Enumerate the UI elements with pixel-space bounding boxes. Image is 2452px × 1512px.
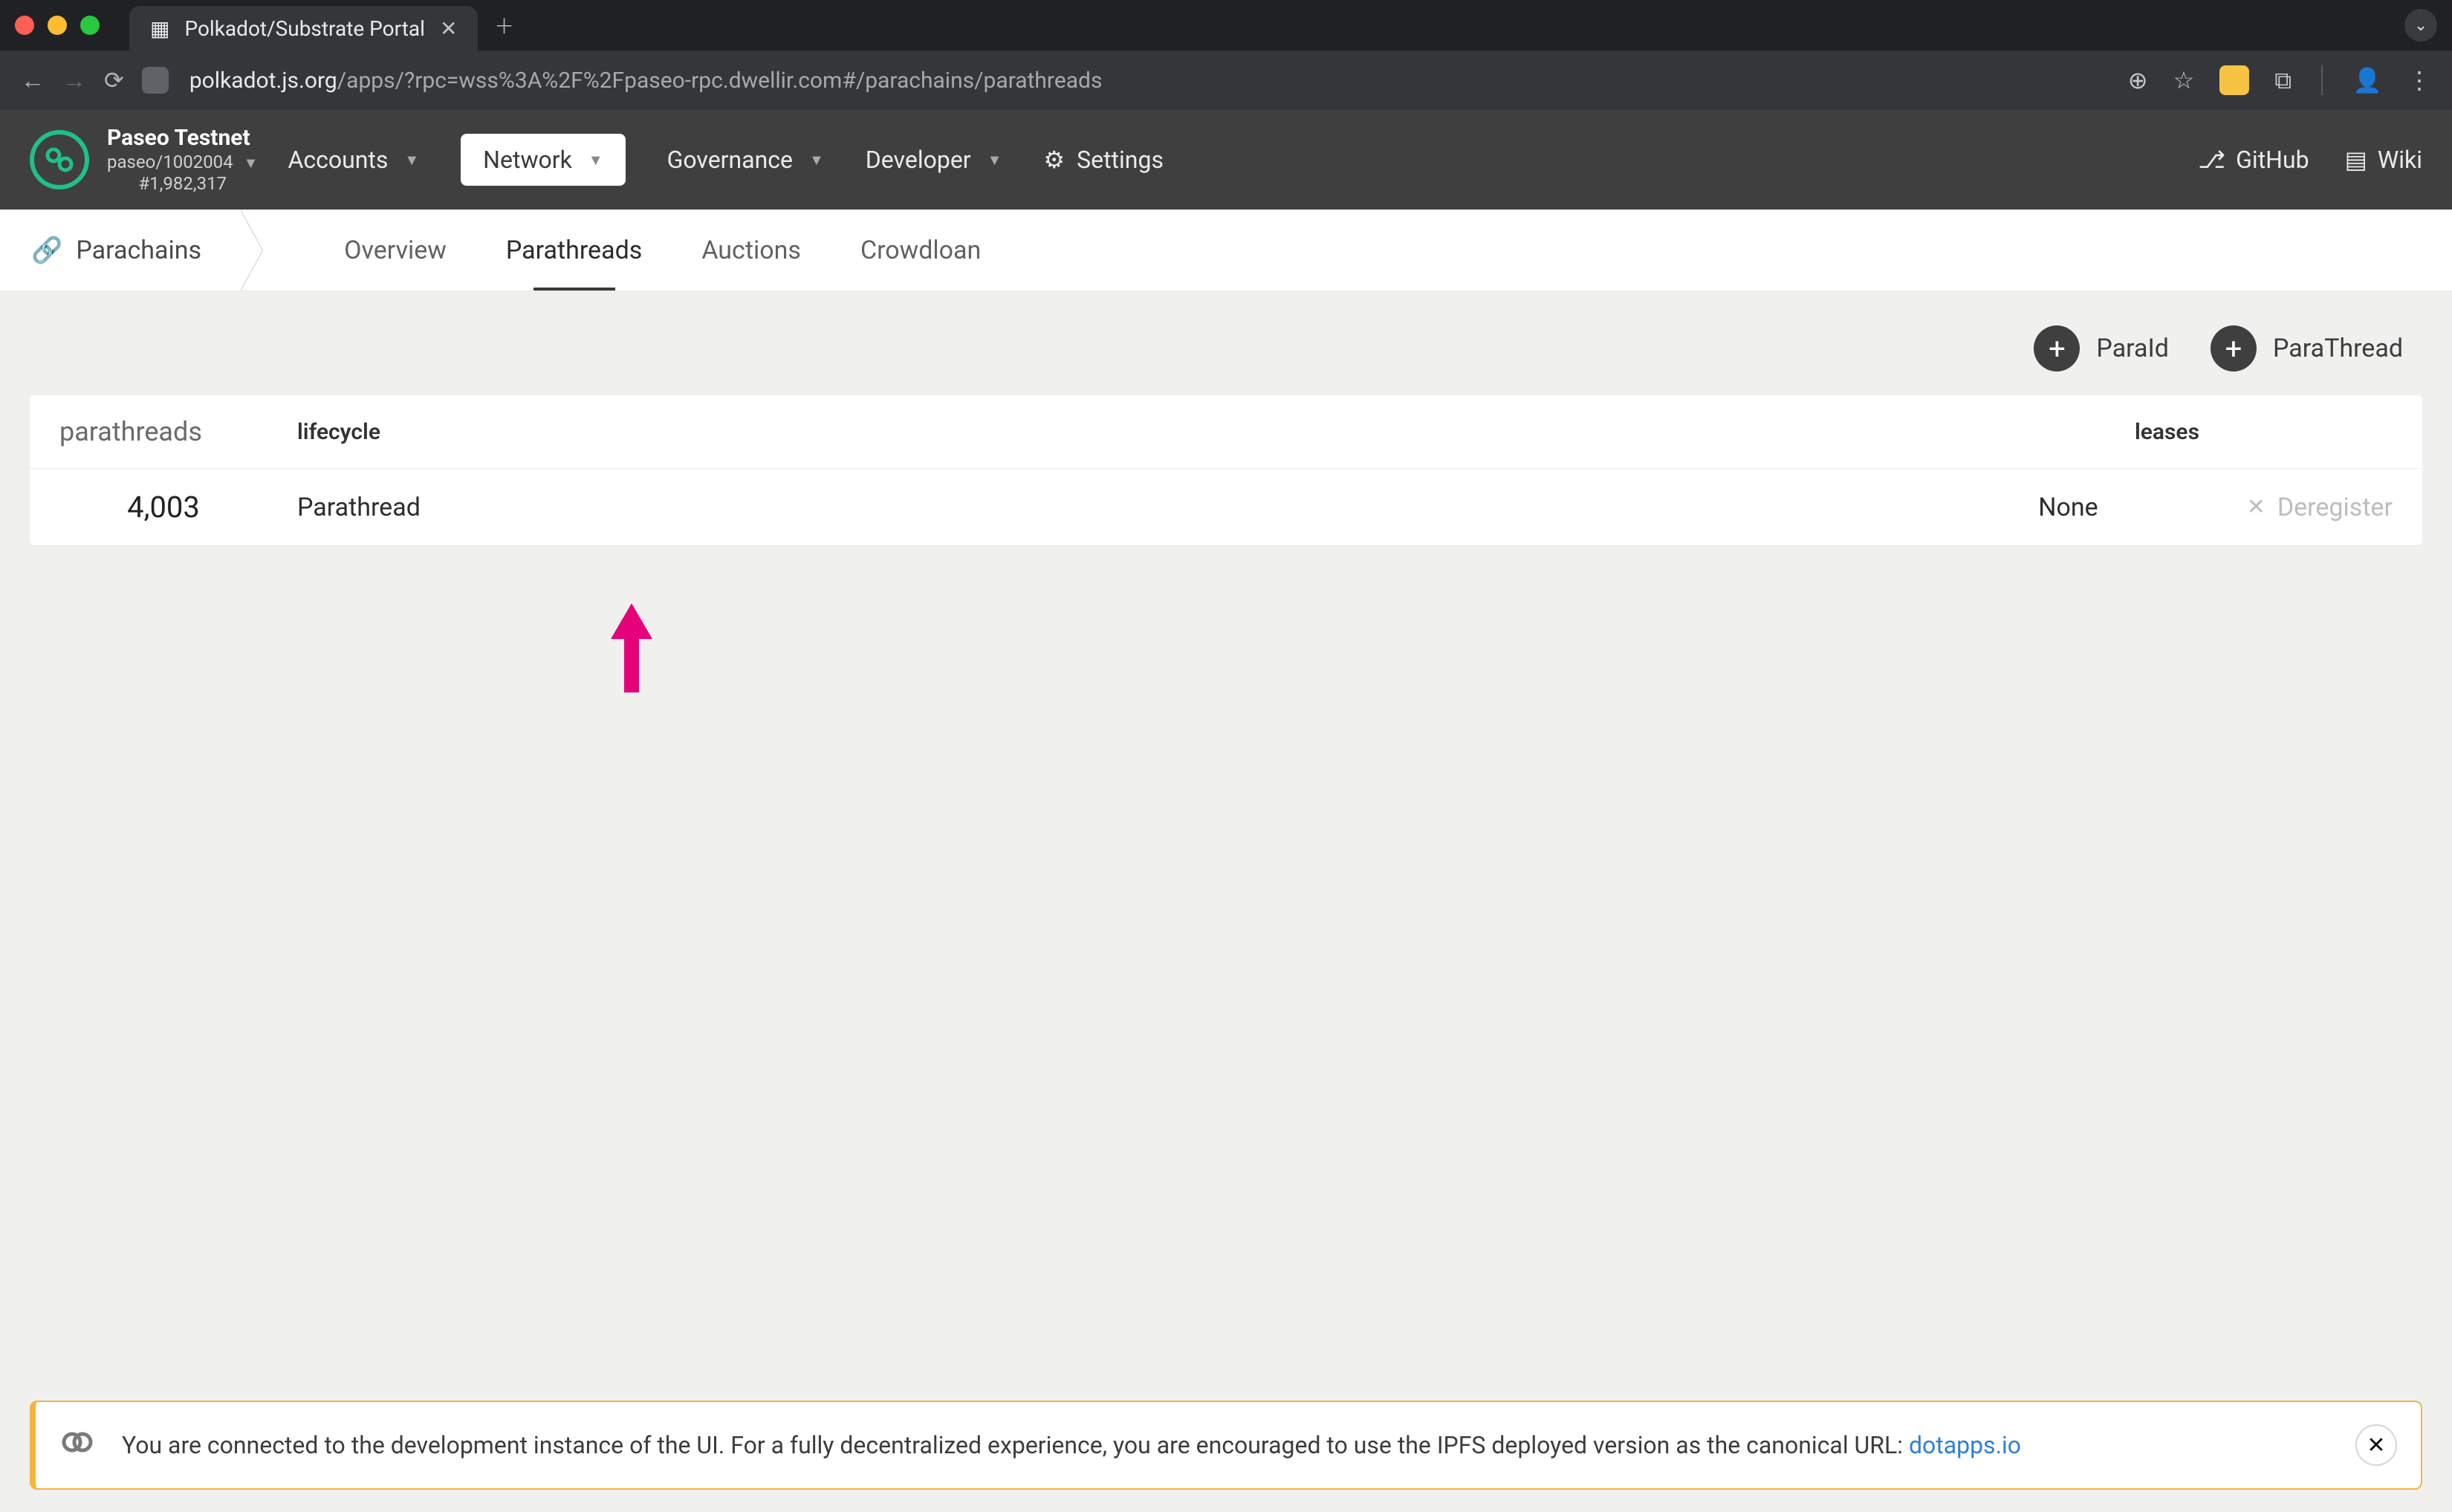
back-icon[interactable]: ← [21,66,45,94]
tab-overview[interactable]: Overview [344,210,447,291]
browser-tab-bar: ▦ Polkadot/Substrate Portal ✕ + ⌄ [0,0,2452,51]
profile-icon[interactable]: 👤 [2352,66,2382,94]
extension-icon[interactable] [2219,65,2249,95]
plus-icon: + [2211,325,2257,371]
add-parathread-button[interactable]: + ParaThread [2211,325,2403,371]
chevron-down-icon: ▼ [588,151,603,169]
menu-accounts[interactable]: Accounts ▼ [288,146,419,174]
bookmark-icon[interactable]: ☆ [2173,66,2195,94]
close-icon: ✕ [2247,494,2265,520]
banner-close-button[interactable]: ✕ [2355,1424,2397,1466]
kebab-menu-icon[interactable]: ⋮ [2407,66,2431,94]
add-paraid-button[interactable]: + ParaId [2034,325,2169,371]
action-label: ParaThread [2273,334,2403,363]
tab-favicon-icon: ▦ [150,16,169,41]
parathreads-table: parathreads lifecycle leases 4,003 Parat… [30,395,2422,545]
row-para-id: 4,003 [59,490,267,525]
menu-settings[interactable]: ⚙ Settings [1043,146,1164,174]
menu-label: Governance [667,146,793,174]
banner-message: You are connected to the development ins… [122,1431,2329,1459]
link-icon [59,1424,95,1466]
annotation-arrow-icon [609,603,654,692]
chevron-down-icon: ▼ [404,151,419,169]
plus-icon: + [2034,325,2080,371]
chevron-down-icon: ▼ [244,154,259,172]
menu-label: Settings [1077,146,1164,174]
app-topbar: Paseo Testnet paseo/1002004▼ #1,982,317 … [0,110,2452,210]
action-label: ParaId [2096,334,2169,363]
github-link[interactable]: ⎇ GitHub [2198,146,2309,174]
site-info-icon[interactable] [142,67,169,94]
browser-toolbar-icons: ⊕ ☆ ⧉ 👤 ⋮ [2128,65,2431,95]
forward-icon: → [62,66,86,94]
chain-info[interactable]: Paseo Testnet paseo/1002004 ▼ #1,982,317 [107,125,258,195]
breadcrumb[interactable]: 🔗 Parachains [0,210,240,291]
wiki-link[interactable]: ▤ Wiki [2345,146,2422,174]
menu-governance[interactable]: Governance ▼ [667,146,824,174]
chevron-down-icon: ▼ [987,151,1002,169]
git-branch-icon: ⎇ [2198,146,2225,174]
extensions-menu-icon[interactable]: ⧉ [2274,66,2292,95]
separator [2321,65,2323,95]
table-header: parathreads lifecycle leases [30,395,2422,469]
menu-developer[interactable]: Developer ▼ [866,146,1002,174]
info-banner: You are connected to the development ins… [30,1401,2422,1490]
tab-close-icon[interactable]: ✕ [440,16,457,41]
column-leases: leases [2135,419,2199,445]
window-controls [15,16,100,35]
address-bar[interactable]: polkadot.js.org/apps/?rpc=wss%3A%2F%2Fpa… [189,68,1103,94]
window-zoom-icon[interactable] [80,16,100,35]
book-icon: ▤ [2345,146,2367,174]
url-host: polkadot.js.org [189,68,337,94]
top-menu: Accounts ▼ Network ▼ Governance ▼ Developer… [288,134,1164,186]
tab-auctions[interactable]: Auctions [701,210,801,291]
new-tab-button[interactable]: + [496,8,513,43]
chain-spec: paseo/1002004 [107,152,233,173]
column-lifecycle: lifecycle [297,419,380,445]
chain-block: #1,982,317 [107,173,258,195]
table-row: 4,003 Parathread None ✕ Deregister [30,469,2422,545]
banner-link[interactable]: dotapps.io [1909,1431,2021,1459]
url-path: /apps/?rpc=wss%3A%2F%2Fpaseo-rpc.dwellir… [337,68,1103,94]
reload-icon[interactable]: ⟳ [104,66,124,94]
zoom-icon[interactable]: ⊕ [2128,66,2148,94]
page-content: + ParaId + ParaThread parathreads lifecy… [0,291,2452,1401]
top-right-links: ⎇ GitHub ▤ Wiki [2198,146,2422,174]
tab-title: Polkadot/Substrate Portal [184,16,425,41]
tab-list-icon[interactable]: ⌄ [2404,9,2437,42]
link-label: Wiki [2378,146,2422,174]
chain-logo-icon[interactable] [30,130,89,189]
breadcrumb-label: Parachains [76,236,201,265]
link-icon: 🔗 [31,236,62,265]
table-title: parathreads [59,416,267,447]
sub-navigation: 🔗 Parachains Overview Parathreads Auction… [0,210,2452,291]
menu-label: Developer [866,146,971,174]
tab-crowdloan[interactable]: Crowdloan [860,210,981,291]
window-minimize-icon[interactable] [48,16,67,35]
button-label: Deregister [2277,493,2393,522]
page-actions: + ParaId + ParaThread [30,318,2422,395]
row-lifecycle: Parathread [297,493,421,522]
deregister-button[interactable]: ✕ Deregister [2247,493,2393,522]
chain-name: Paseo Testnet [107,125,258,152]
tab-parathreads[interactable]: Parathreads [506,210,642,291]
browser-nav-bar: ← → ⟳ polkadot.js.org/apps/?rpc=wss%3A%2… [0,51,2452,110]
gear-icon: ⚙ [1043,146,1065,174]
subtabs: Overview Parathreads Auctions Crowdloan [344,210,981,291]
menu-network[interactable]: Network ▼ [461,134,625,186]
menu-label: Accounts [288,146,388,174]
window-close-icon[interactable] [15,16,34,35]
banner-text: You are connected to the development ins… [122,1431,1909,1459]
row-leases: None [2038,493,2098,522]
menu-label: Network [483,146,572,174]
browser-tab[interactable]: ▦ Polkadot/Substrate Portal ✕ [129,6,478,51]
link-label: GitHub [2236,146,2309,174]
chevron-down-icon: ▼ [809,151,824,169]
